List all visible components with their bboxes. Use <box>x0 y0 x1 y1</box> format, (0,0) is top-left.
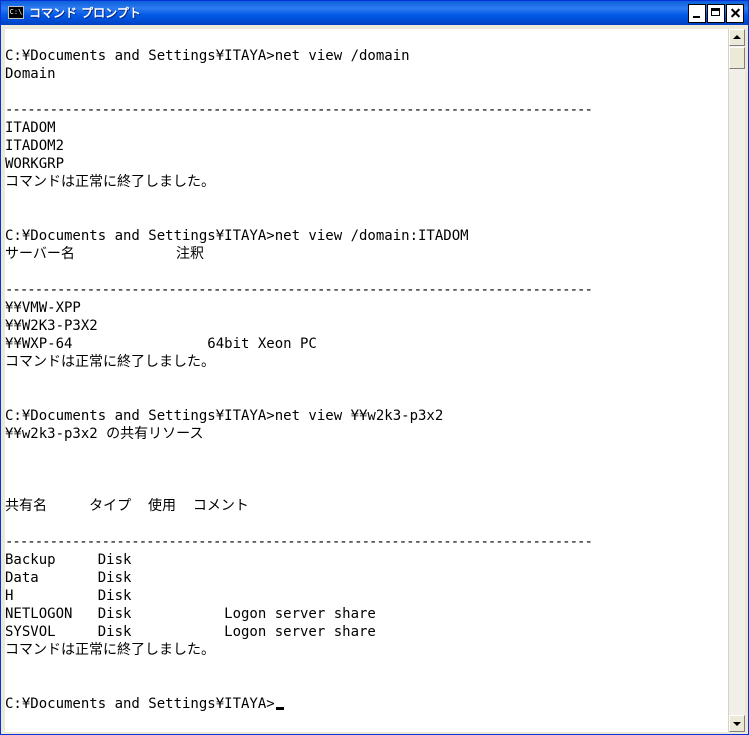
console-line: ¥¥VMW-XPP <box>5 300 81 316</box>
vertical-scrollbar[interactable] <box>728 29 745 732</box>
console-line: Backup Disk <box>5 552 132 568</box>
console-line: ¥¥w2k3-p3x2 の共有リソース <box>5 426 204 442</box>
console-line: コマンドは正常に終了しました。 <box>5 354 215 370</box>
scroll-thumb[interactable] <box>729 47 745 69</box>
console-output[interactable]: C:¥Documents and Settings¥ITAYA>net view… <box>5 29 728 732</box>
console-line: C:¥Documents and Settings¥ITAYA>net view… <box>5 48 410 64</box>
console-line: 共有名 タイプ 使用 コメント <box>5 498 249 514</box>
console-line: ITADOM <box>5 120 56 136</box>
console-line: ----------------------------------------… <box>5 534 593 550</box>
arrow-up-icon <box>733 35 741 39</box>
console-line: ¥¥WXP-64 64bit Xeon PC <box>5 336 317 352</box>
console-line: Data Disk <box>5 570 132 586</box>
console-line: ITADOM2 <box>5 138 65 154</box>
scroll-down-button[interactable] <box>729 715 745 732</box>
console-line: ----------------------------------------… <box>5 282 593 298</box>
console-line: SYSVOL Disk Logon server share <box>5 624 376 640</box>
window-title: コマンド プロンプト <box>29 6 141 20</box>
console-line: C:¥Documents and Settings¥ITAYA>net view… <box>5 408 444 424</box>
console-line: WORKGRP <box>5 156 65 172</box>
console-line: H Disk <box>5 588 132 604</box>
arrow-down-icon <box>733 722 741 726</box>
text-cursor <box>275 707 284 710</box>
title-bar[interactable]: C:\ コマンド プロンプト <box>1 1 748 25</box>
console-line: コマンドは正常に終了しました。 <box>5 174 215 190</box>
console-line: コマンドは正常に終了しました。 <box>5 642 215 658</box>
close-button[interactable] <box>726 4 744 23</box>
console-line: ¥¥W2K3-P3X2 <box>5 318 98 334</box>
console-line: NETLOGON Disk Logon server share <box>5 606 376 622</box>
console-app-icon[interactable]: C:\ <box>8 6 24 19</box>
window-controls <box>688 4 744 23</box>
minimize-button[interactable] <box>688 4 706 23</box>
console-line: サーバー名 注釈 <box>5 246 205 262</box>
command-prompt-window: C:\ コマンド プロンプト C:¥Documents and Settings… <box>0 0 749 735</box>
scroll-up-button[interactable] <box>729 29 745 46</box>
console-line: C:¥Documents and Settings¥ITAYA>net view… <box>5 228 469 244</box>
maximize-button[interactable] <box>707 4 725 23</box>
console-line: C:¥Documents and Settings¥ITAYA> <box>5 695 728 713</box>
console-line: Domain <box>5 66 56 82</box>
console-line: ----------------------------------------… <box>5 102 593 118</box>
